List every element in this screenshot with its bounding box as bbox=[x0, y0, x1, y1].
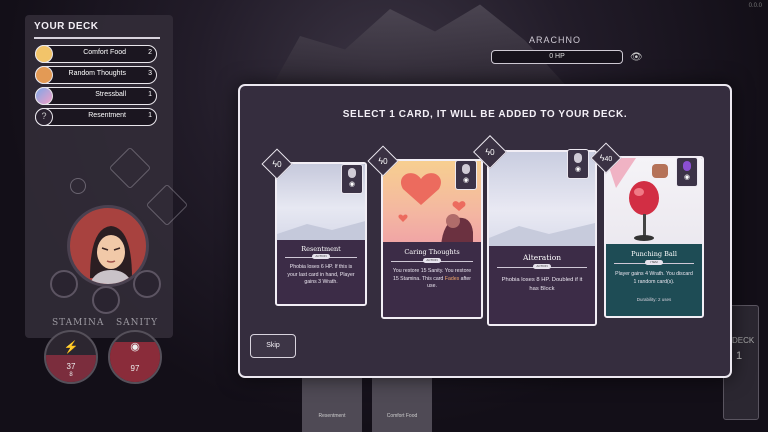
character-icon bbox=[70, 178, 86, 194]
deck-item-comfort-food[interactable]: Comfort Food 2 bbox=[35, 45, 157, 63]
card-cost: ϟ0 bbox=[485, 147, 495, 157]
lightning-bolt-icon: ⚡ bbox=[63, 340, 79, 354]
stamina-label: STAMINA bbox=[52, 318, 105, 328]
stamina-sub: 8 bbox=[69, 372, 73, 378]
deck-item-count: 1 bbox=[148, 112, 152, 119]
deck-item-count: 1 bbox=[148, 91, 152, 98]
card-cost: ϟ0 bbox=[378, 156, 388, 166]
card-description: Phobia loses 6 HP. If this is your last … bbox=[287, 264, 355, 285]
deck-title-divider bbox=[34, 37, 160, 39]
deck-title: YOUR DECK bbox=[34, 21, 99, 32]
deck-item-label: Random Thoughts bbox=[68, 70, 126, 77]
modal-title: SELECT 1 CARD, IT WILL BE ADDED TO YOUR … bbox=[342, 109, 628, 120]
sanity-gem-icon bbox=[462, 164, 470, 174]
sanity-value: 97 bbox=[130, 364, 140, 373]
ally-slot-right bbox=[133, 270, 161, 298]
hand-card: Comfort Food bbox=[372, 375, 432, 432]
card-cost: ϟ40 bbox=[599, 153, 613, 163]
wrath-gem-icon bbox=[683, 161, 691, 171]
deck-item-count: 3 bbox=[148, 70, 152, 77]
card-description: Phobia loses 8 HP. Doubled if it has Blo… bbox=[501, 277, 583, 292]
deck-item-stressball[interactable]: Stressball 1 bbox=[35, 87, 157, 105]
hand-card: Resentment bbox=[302, 375, 362, 432]
card-cost: ϟ0 bbox=[272, 159, 282, 169]
deck-item-random-thoughts[interactable]: Random Thoughts 3 bbox=[35, 66, 157, 84]
fades-keyword: Fades bbox=[444, 275, 460, 282]
card-body: Caring Thoughts ACTION You restore 15 Sa… bbox=[383, 242, 481, 317]
sanity-gem-icon bbox=[348, 168, 356, 178]
card-type-pill: ACTION bbox=[533, 264, 551, 269]
enemy-name: ARACHNO bbox=[528, 35, 581, 45]
enemy-hp-bar: 0 HP bbox=[491, 50, 623, 64]
hand-card-name: Resentment bbox=[318, 413, 346, 419]
card-body: Resentment ACTION Phobia loses 6 HP. If … bbox=[277, 240, 365, 304]
card-name: Punching Ball bbox=[631, 250, 677, 258]
card-reward-modal: SELECT 1 CARD, IT WILL BE ADDED TO YOUR … bbox=[238, 84, 732, 378]
question-mark-icon: ? bbox=[35, 108, 53, 126]
deck-item-label: Stressball bbox=[95, 91, 126, 98]
card-body: Alteration ACTION Phobia loses 8 HP. Dou… bbox=[489, 246, 595, 324]
card-name: Resentment bbox=[301, 245, 341, 253]
sanity-label: SANITY bbox=[116, 318, 159, 328]
comfort-food-thumbnail bbox=[35, 45, 53, 63]
card-type-pill: ACTION bbox=[423, 258, 441, 263]
sanity-gem-icon bbox=[574, 153, 582, 163]
ally-slot-center bbox=[92, 286, 120, 314]
card-badge: ◉ bbox=[341, 164, 363, 194]
deck-item-label: Comfort Food bbox=[83, 49, 126, 56]
eye-icon: ◉ bbox=[574, 166, 582, 173]
card-name: Alteration bbox=[522, 253, 562, 262]
skip-button[interactable]: Skip bbox=[250, 334, 296, 358]
card-badge: ◉ bbox=[676, 157, 698, 187]
deck-item-resentment[interactable]: ? Resentment 1 bbox=[35, 108, 157, 126]
deck-item-label: Resentment bbox=[88, 112, 126, 119]
hand-card-name: Comfort Food bbox=[386, 413, 418, 419]
card-name: Caring Thoughts bbox=[404, 248, 460, 256]
card-badge: ◉ bbox=[455, 160, 477, 190]
card-type-pill: ACTION bbox=[312, 254, 330, 259]
card-description: Player gains 4 Wrath. You discard 1 rand… bbox=[615, 271, 693, 285]
eye-icon[interactable]: 👁 bbox=[630, 52, 643, 63]
stressball-thumbnail bbox=[35, 87, 53, 105]
eye-icon: ◉ bbox=[683, 174, 691, 181]
sanity-orb: ◉ 97 bbox=[108, 330, 162, 384]
draw-pile-count: 1 bbox=[736, 350, 743, 362]
stamina-orb: ⚡ 37 8 bbox=[44, 330, 98, 384]
card-durability: Durability: 2 uses bbox=[636, 297, 672, 302]
card-type-pill: ITEM bbox=[645, 260, 663, 265]
eye-icon: ◉ bbox=[348, 181, 356, 188]
stamina-value: 37 bbox=[66, 362, 76, 371]
version-text: 0.0.0 bbox=[748, 3, 762, 9]
draw-pile-label: DECK bbox=[732, 336, 755, 345]
brain-icon: ◉ bbox=[130, 341, 140, 353]
random-thoughts-thumbnail bbox=[35, 66, 53, 84]
ally-slot-left bbox=[50, 270, 78, 298]
card-badge: ◉ bbox=[567, 149, 589, 179]
eye-icon: ◉ bbox=[462, 177, 470, 184]
deck-item-count: 2 bbox=[148, 49, 152, 56]
card-description: You restore 15 Sanity. You restore 15 St… bbox=[392, 268, 472, 289]
card-body: Punching Ball ITEM Player gains 4 Wrath.… bbox=[606, 244, 702, 316]
